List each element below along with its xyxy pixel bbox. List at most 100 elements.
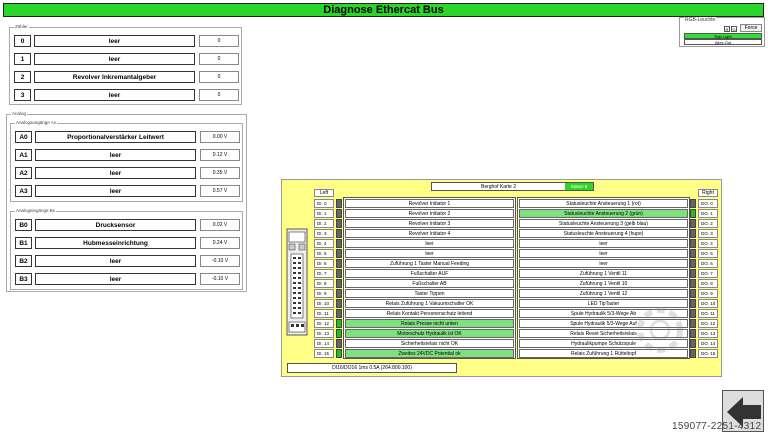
card-name: Berghof Karte 2 [480,183,517,190]
input-name: Relais Presse nicht unten [345,319,514,328]
input-name: Sicherheitsrelais nicht OK [345,339,514,348]
input-name: Fußschalter AB [345,279,514,288]
output-led [690,239,696,248]
input-id: DI. 1 [314,209,334,218]
channel-index: B0 [15,219,32,231]
channel-value: 0 [199,71,239,83]
channel-row: 3 leer 0 [14,89,240,101]
input-id: DI. 12 [314,319,334,328]
output-id: DO. 3 [698,229,718,238]
channel-index: 0 [14,35,31,47]
input-led [336,339,342,348]
channel-index: B2 [15,255,32,267]
channel-row: B0 Drucksensor 0.02 V [15,219,241,231]
analog-outputs-group: Analogausgänge Ax A0 Proportionalverstärk… [10,120,243,202]
channel-name: Drucksensor [35,219,196,231]
input-name: Revolver Initiator 4 [345,229,514,238]
output-name: Statusleuchte Ansteuerung 1 (rot) [519,199,688,208]
rgb-green-toggle[interactable]: G [731,26,737,32]
channel-value: 0.00 V [200,131,240,143]
analog-inputs-label: Analogeingänge Bx [15,208,57,213]
output-led [690,279,696,288]
channel-name: Proportionalverstärker Leitwert [35,131,196,143]
alles-out-button[interactable]: Alles Out [684,39,762,45]
input-led [336,299,342,308]
force-button[interactable]: Force [740,24,762,32]
input-led [336,349,342,358]
output-led [690,269,696,278]
input-led [336,329,342,338]
output-led [690,259,696,268]
left-column-label: Left [314,189,334,197]
output-led [690,349,696,358]
input-led [336,289,342,298]
channel-value: -0.10 V [200,255,240,267]
output-id: DO. 5 [698,249,718,258]
gear-watermark-icon [637,307,683,353]
output-id: DO. 6 [698,259,718,268]
channel-value: 0.24 V [200,237,240,249]
output-led [690,329,696,338]
rgb-light-widget: RGB-Leuchte R G B Force Rgb Light Alles … [679,17,765,47]
output-id: DO. 4 [698,239,718,248]
channel-name: leer [35,167,196,179]
channel-index: 2 [14,71,31,83]
channel-name: leer [34,89,195,101]
input-led [336,269,342,278]
input-id: DI. 11 [314,309,334,318]
input-led [336,319,342,328]
zaehler-label: Zähler [14,24,29,29]
output-led [690,199,696,208]
channel-value: -0.10 V [200,273,240,285]
input-id: DI. 5 [314,249,334,258]
input-name: leer [345,239,514,248]
input-id: DI. 2 [314,219,334,228]
output-id: DO. 7 [698,269,718,278]
channel-row: A0 Proportionalverstärker Leitwert 0.00 V [15,131,241,143]
rgb-red-toggle[interactable]: R [724,26,730,32]
channel-name: Hubmesseinrichtung [35,237,196,249]
rgb-label: RGB-Leuchte [684,17,717,23]
output-name: Zuführung 1 Ventil 11 [519,269,688,278]
channel-index: B3 [15,273,32,285]
channel-value: 0 [199,89,239,101]
channel-row: 0 leer 0 [14,35,240,47]
output-id: DO. 1 [698,209,718,218]
output-id: DO. 14 [698,339,718,348]
analog-inputs-group: Analogeingänge Bx B0 Drucksensor 0.02 V B1 H… [10,208,243,290]
input-led [336,209,342,218]
output-led [690,219,696,228]
output-led [690,289,696,298]
output-name: leer [519,259,688,268]
input-id: DI. 8 [314,279,334,288]
output-id: DO. 15 [698,349,718,358]
input-id: DI. 10 [314,299,334,308]
channel-value: 0.57 V [200,185,240,197]
input-name: Fußschalter AUF [345,269,514,278]
output-id: DO. 2 [698,219,718,228]
input-name: Zuführung 1 Taster Manual Feeding [345,259,514,268]
channel-row: A3 leer 0.57 V [15,185,241,197]
output-led [690,209,696,218]
analog-group: Analog Analogausgänge Ax A0 Proportionalv… [6,111,247,292]
channel-name: leer [34,53,195,65]
output-name: Zuführung 1 Ventil 12 [519,289,688,298]
input-id: DI. 3 [314,229,334,238]
berghof-module-icon [286,228,308,336]
input-id: DI. 15 [314,349,334,358]
input-id: DI. 4 [314,239,334,248]
channel-row: A1 leer 0.12 V [15,149,241,161]
input-id: DI. 6 [314,259,334,268]
channel-name: leer [35,273,196,285]
input-id: DI. 13 [314,329,334,338]
channel-name: leer [35,185,196,197]
channel-value: 0 [199,53,239,65]
output-name: Statusleuchte Ansteuerung 3 (gelb blau) [519,219,688,228]
output-led [690,319,696,328]
input-name: Revolver Initiator 1 [345,199,514,208]
output-id: DO. 11 [698,309,718,318]
channel-index: 1 [14,53,31,65]
output-led [690,299,696,308]
input-id: DI. 7 [314,269,334,278]
input-led [336,309,342,318]
